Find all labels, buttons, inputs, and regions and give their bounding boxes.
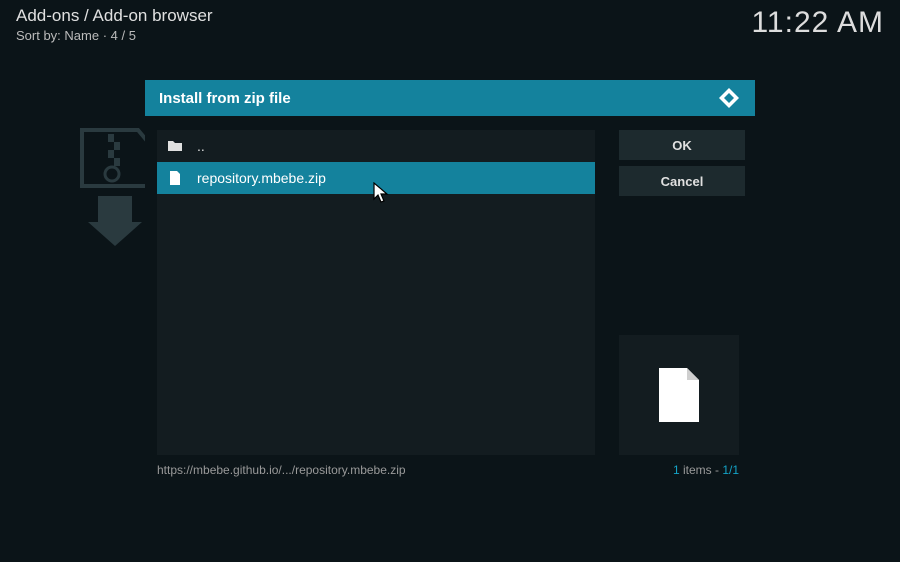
install-from-zip-dialog: Install from zip file .. repository.mbeb xyxy=(145,80,755,481)
sort-prefix: Sort by: xyxy=(16,28,64,43)
parent-folder-row[interactable]: .. xyxy=(157,130,595,162)
zip-install-icon xyxy=(78,126,152,248)
clock: 11:22 AM xyxy=(751,6,884,40)
breadcrumb: Add-ons / Add-on browser xyxy=(16,6,213,26)
sort-line: Sort by: Name · 4 / 5 xyxy=(16,28,213,43)
dialog-title: Install from zip file xyxy=(159,90,291,107)
footer-paging: 1 items - 1/1 xyxy=(673,463,739,477)
cancel-button[interactable]: Cancel xyxy=(619,166,745,196)
dialog-footer: https://mbebe.github.io/.../repository.m… xyxy=(145,455,755,481)
footer-item-count: 1 xyxy=(673,463,680,477)
kodi-logo-icon xyxy=(717,86,741,110)
footer-page-index: 1/1 xyxy=(722,463,739,477)
file-icon xyxy=(167,170,183,186)
ok-button[interactable]: OK xyxy=(619,130,745,160)
footer-path: https://mbebe.github.io/.../repository.m… xyxy=(157,463,406,477)
file-browser-list[interactable]: .. repository.mbebe.zip xyxy=(157,130,595,455)
parent-folder-label: .. xyxy=(197,138,205,154)
file-label: repository.mbebe.zip xyxy=(197,170,326,186)
header-paging: 4 / 5 xyxy=(111,28,136,43)
sort-separator: · xyxy=(99,28,111,43)
header-bar: Add-ons / Add-on browser Sort by: Name ·… xyxy=(0,0,900,49)
file-row-selected[interactable]: repository.mbebe.zip xyxy=(157,162,595,194)
folder-icon xyxy=(167,138,183,154)
sort-field[interactable]: Name xyxy=(64,28,99,43)
file-preview-thumbnail xyxy=(619,335,739,455)
document-icon xyxy=(657,366,701,424)
dialog-header: Install from zip file xyxy=(145,80,755,116)
footer-items-word: items - xyxy=(680,463,723,477)
